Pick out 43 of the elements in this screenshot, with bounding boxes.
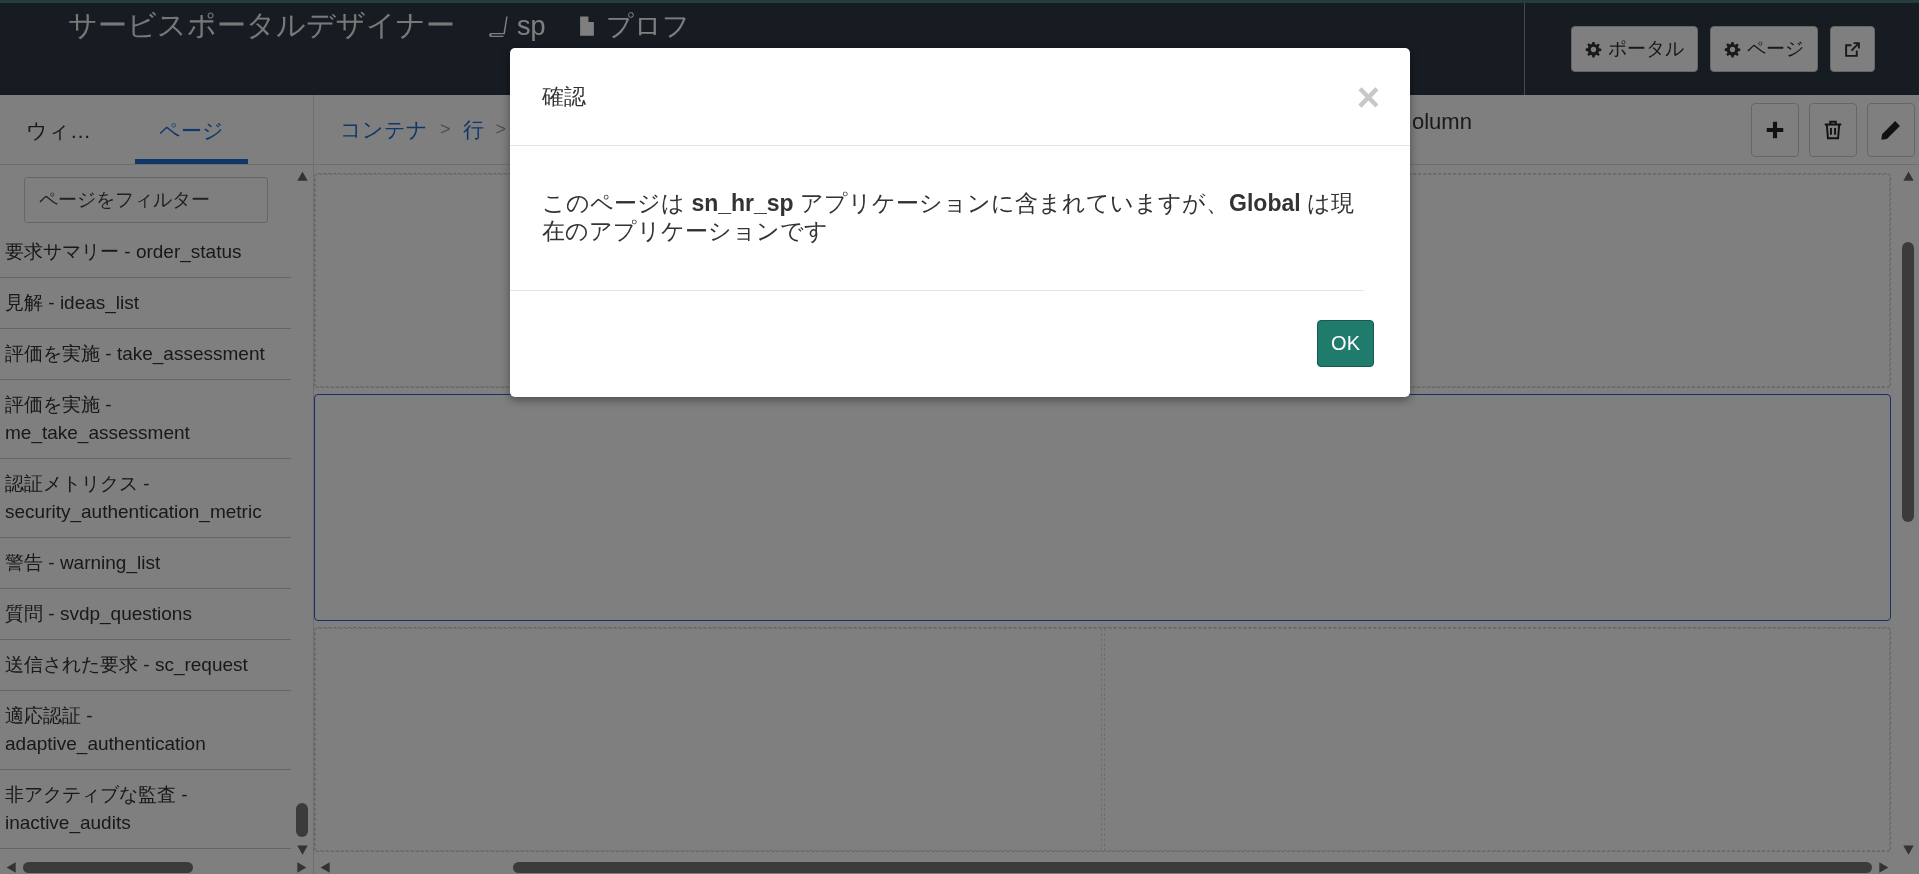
breadcrumb-separator: > [495,119,507,140]
scroll-arrow-icon[interactable] [295,843,309,856]
filter-field[interactable]: ページをフィルター [24,177,268,223]
breadcrumb-label: olumn [1412,109,1472,135]
dialog-message: このページは sn_hr_sp アプリケーションに含まれていますが、Global は現在のアプリケーションです [510,146,1364,291]
page-list-item[interactable]: 質問 - svdp_questions [0,589,291,640]
gear-icon [1724,40,1741,58]
external-link-icon [1844,40,1861,58]
page-list-item[interactable]: 見解 - ideas_list [0,278,291,329]
dialog-title: 確認 [542,82,586,111]
breadcrumb-link[interactable]: 行 [462,115,484,144]
scroll-arrow-icon[interactable] [318,860,331,874]
plus-button[interactable] [1751,102,1799,157]
page-list-item[interactable]: 送信された要求 - sc_request [0,640,291,691]
scroll-arrow-icon[interactable] [1901,843,1915,856]
trash-button[interactable] [1809,102,1857,157]
pencil-button[interactable] [1867,102,1915,157]
scroll-arrow-icon[interactable] [4,860,17,874]
gear-icon [1585,40,1602,58]
open-external-button[interactable] [1830,26,1875,72]
breadcrumb-separator: > [440,119,451,140]
page-list-item[interactable]: 評価を実施 - me_take_assessment [0,380,291,459]
page-list-item[interactable]: 評価を実施 - take_assessment [0,329,291,380]
scroll-arrow-icon[interactable] [1901,169,1915,182]
page-list-item[interactable]: 要求サマリー - order_status [0,227,291,278]
header-link[interactable]: プロフ [575,8,690,44]
breadcrumb-link[interactable]: コンテナ [340,115,428,144]
settings-button[interactable]: ポータル [1571,26,1698,72]
page-list-item[interactable]: 適応認証 - adaptive_authentication [0,691,291,770]
pencil-icon [1880,118,1902,141]
page-list-item[interactable]: 警告 - warning_list [0,538,291,589]
ok-button[interactable]: OK [1317,320,1374,367]
header-link[interactable]: sp [487,10,546,42]
trash-icon [1822,118,1844,141]
page-list-item[interactable]: 非アクティブな監査 - inactive_audits [0,770,291,849]
scroll-arrow-icon[interactable] [296,860,309,874]
sidebar-tab[interactable]: ウィ… [12,117,105,164]
scroll-arrow-icon[interactable] [1878,860,1891,874]
settings-button[interactable]: ページ [1710,26,1818,72]
sidebar-tab[interactable]: ページ [135,117,248,164]
scroll-arrow-icon[interactable] [295,169,309,182]
page-list-item[interactable]: 認証メトリクス - security_authentication_metric [0,459,291,538]
app-title: サービスポータルデザイナー [68,8,455,43]
